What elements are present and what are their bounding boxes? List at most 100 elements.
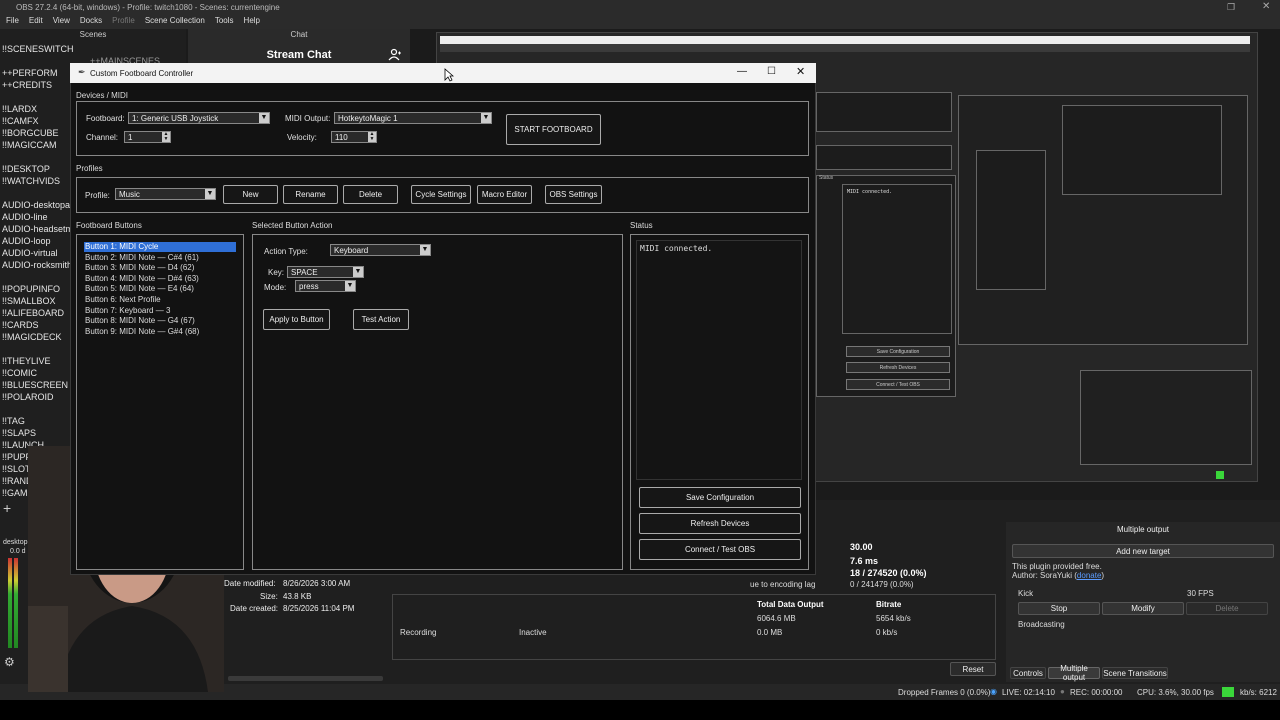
scene-item[interactable]: !!SMALLBOX <box>2 296 56 306</box>
spin-arrows-icon[interactable]: ▲ ▼ <box>368 132 376 142</box>
delete-profile-button[interactable]: Delete <box>343 185 398 204</box>
menu-file[interactable]: File <box>6 16 19 28</box>
scene-item[interactable]: !!BORGCUBE <box>2 128 59 138</box>
footboard-button-item[interactable]: Button 4: MIDI Note — D#4 (63) <box>84 274 236 284</box>
volume-meter-right <box>14 558 18 648</box>
velocity-spinbox[interactable]: 110 ▲ ▼ <box>331 131 377 143</box>
stop-button[interactable]: Stop <box>1018 602 1100 615</box>
modify-button[interactable]: Modify <box>1102 602 1184 615</box>
scene-item[interactable]: AUDIO-headsetm <box>2 224 73 234</box>
mixer-db: 0.0 d <box>10 548 26 555</box>
people-icon[interactable] <box>388 48 402 62</box>
footboard-button-item[interactable]: Button 6: Next Profile <box>84 295 236 305</box>
midi-output-select[interactable]: HotkeytoMagic 1 ▼ <box>334 112 492 124</box>
scene-item[interactable]: !!CARDS <box>2 320 39 330</box>
scene-item[interactable]: !!POLAROID <box>2 392 54 402</box>
scene-item[interactable]: !!ALIFEBOARD <box>2 308 64 318</box>
add-scene-icon[interactable]: + <box>3 500 11 516</box>
mode-label: Mode: <box>264 283 287 292</box>
scene-item[interactable]: ++PERFORM <box>2 68 58 78</box>
scene-item[interactable]: !!THEYLIVE <box>2 356 51 366</box>
menu-edit[interactable]: Edit <box>29 16 43 28</box>
footboard-button-item[interactable]: Button 1: MIDI Cycle <box>84 242 236 252</box>
scene-item[interactable]: !!SLAPS <box>2 428 36 438</box>
footboard-select[interactable]: 1: Generic USB Joystick ▼ <box>128 112 270 124</box>
scene-item[interactable]: !!LARDX <box>2 104 37 114</box>
minimize-icon[interactable]: — <box>737 66 747 77</box>
menu-docks[interactable]: Docks <box>80 16 102 28</box>
menu-view[interactable]: View <box>53 16 70 28</box>
test-action-button[interactable]: Test Action <box>353 309 409 330</box>
reset-button[interactable]: Reset <box>950 662 996 676</box>
skipped-frames: 18 / 274520 (0.0%) <box>850 568 927 578</box>
stats-table-frame <box>392 594 996 660</box>
scene-item[interactable]: !!SCENESWITCH <box>2 44 74 54</box>
scene-item[interactable]: !!DESKTOP <box>2 164 50 174</box>
horizontal-scrollbar[interactable] <box>228 676 383 681</box>
chevron-down-icon: ▼ <box>481 113 491 123</box>
scene-item[interactable]: !!MAGICDECK <box>2 332 62 342</box>
scene-item[interactable]: AUDIO-desktopa <box>2 200 70 210</box>
footboard-button-item[interactable]: Button 9: MIDI Note — G#4 (68) <box>84 327 236 337</box>
menu-profile[interactable]: Profile <box>112 16 135 28</box>
status-section-label: Status <box>630 221 653 230</box>
mode-select[interactable]: press ▼ <box>295 280 356 292</box>
profile-select[interactable]: Music ▼ <box>115 188 216 200</box>
footboard-button-item[interactable]: Button 7: Keyboard — 3 <box>84 306 236 316</box>
scene-item[interactable]: !!BLUESCREEN <box>2 380 68 390</box>
scene-item[interactable]: AUDIO-loop <box>2 236 51 246</box>
date-created: 8/25/2026 11:04 PM <box>283 604 355 613</box>
new-profile-button[interactable]: New <box>223 185 278 204</box>
spin-arrows-icon[interactable]: ▲ ▼ <box>162 132 170 142</box>
dialog-close-icon[interactable]: ✕ <box>796 65 805 78</box>
scene-item[interactable]: ++CREDITS <box>2 80 52 90</box>
scene-item[interactable]: AUDIO-virtual <box>2 248 58 258</box>
menu-tools[interactable]: Tools <box>215 16 234 28</box>
add-target-button[interactable]: Add new target <box>1012 544 1274 558</box>
tab-controls[interactable]: Controls <box>1010 667 1046 679</box>
menu-scene-collection[interactable]: Scene Collection <box>145 16 205 28</box>
save-configuration-button[interactable]: Save Configuration <box>639 487 801 508</box>
donate-link[interactable]: donate <box>1077 571 1101 580</box>
close-icon[interactable]: ✕ <box>1262 1 1270 12</box>
stream-bitrate: 5654 kb/s <box>876 614 911 623</box>
scene-item[interactable]: !!CAMFX <box>2 116 39 126</box>
refresh-devices-button[interactable]: Refresh Devices <box>639 513 801 534</box>
delete-target-button[interactable]: Delete <box>1186 602 1268 615</box>
obs-settings-button[interactable]: OBS Settings <box>545 185 602 204</box>
tab-scene-transitions[interactable]: Scene Transitions <box>1102 667 1168 679</box>
macro-editor-button[interactable]: Macro Editor <box>477 185 532 204</box>
fps-value: 30.00 <box>850 542 873 552</box>
scene-item[interactable]: !!SLOT <box>2 464 31 474</box>
start-footboard-button[interactable]: START FOOTBOARD <box>506 114 601 145</box>
chat-header: Chat <box>290 30 308 39</box>
maximize-icon[interactable]: ☐ <box>767 66 776 77</box>
tab-multiple-output[interactable]: Multiple output <box>1048 664 1100 682</box>
footboard-button-item[interactable]: Button 3: MIDI Note — D4 (62) <box>84 263 236 273</box>
mouse-cursor-icon <box>444 68 454 82</box>
menu-help[interactable]: Help <box>244 16 260 28</box>
scene-item[interactable]: !!POPUPINFO <box>2 284 60 294</box>
footboard-button-item[interactable]: Button 8: MIDI Note — G4 (67) <box>84 316 236 326</box>
bitrate-header: Bitrate <box>876 600 902 609</box>
restore-icon[interactable]: ❐ <box>1227 2 1235 13</box>
dialog-titlebar[interactable]: ✒ Custom Footboard Controller — ☐ ✕ <box>70 63 816 83</box>
connect-test-obs-button[interactable]: Connect / Test OBS <box>639 539 801 560</box>
scene-item[interactable]: AUDIO-rocksmith <box>2 260 72 270</box>
key-select[interactable]: SPACE ▼ <box>287 266 364 278</box>
scene-item[interactable]: AUDIO-line <box>2 212 48 222</box>
scene-item[interactable]: !!WATCHVIDS <box>2 176 60 186</box>
action-type-select[interactable]: Keyboard ▼ <box>330 244 431 256</box>
rename-profile-button[interactable]: Rename <box>283 185 338 204</box>
scene-item[interactable]: !!COMIC <box>2 368 37 378</box>
footboard-button-item[interactable]: Button 5: MIDI Note — E4 (64) <box>84 284 236 294</box>
cycle-settings-button[interactable]: Cycle Settings <box>411 185 471 204</box>
scene-item[interactable]: !!MAGICCAM <box>2 140 57 150</box>
nested-menubar <box>440 44 1250 52</box>
scene-item[interactable]: !!TAG <box>2 416 25 426</box>
footboard-button-item[interactable]: Button 2: MIDI Note — C#4 (61) <box>84 253 236 263</box>
size-label: Size: <box>260 592 278 601</box>
apply-to-button[interactable]: Apply to Button <box>263 309 330 330</box>
channel-spinbox[interactable]: 1 ▲ ▼ <box>124 131 171 143</box>
gear-icon[interactable]: ⚙ <box>4 655 15 669</box>
